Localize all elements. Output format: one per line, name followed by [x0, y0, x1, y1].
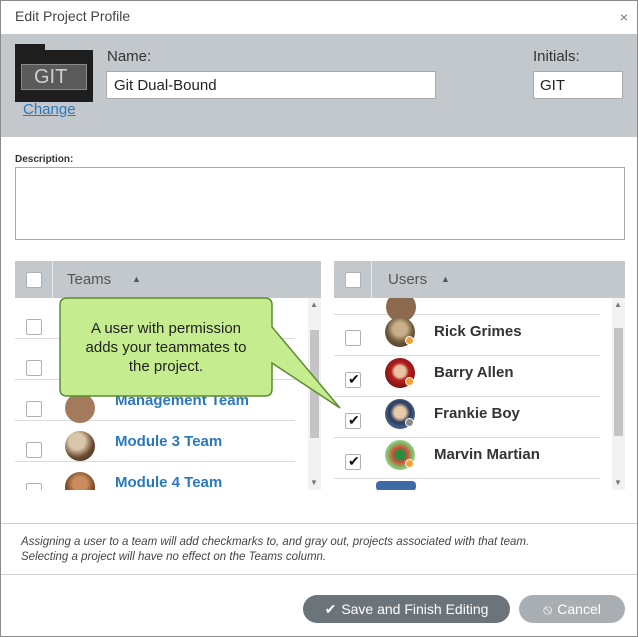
- users-column-label[interactable]: Users: [388, 271, 427, 288]
- select-all-teams-checkbox[interactable]: [26, 272, 42, 288]
- team-checkbox[interactable]: [26, 401, 42, 417]
- team-avatar: [65, 472, 95, 490]
- user-checkbox[interactable]: [345, 330, 361, 346]
- list-item: Module 4 Team: [15, 462, 295, 490]
- callout-line: adds your teammates to: [85, 339, 247, 356]
- close-icon[interactable]: ×: [620, 9, 628, 25]
- teams-scrollbar[interactable]: ▲ ▼: [308, 298, 321, 490]
- initials-input[interactable]: [533, 71, 623, 99]
- team-name[interactable]: Management Team: [115, 392, 249, 409]
- team-name[interactable]: Module 4 Team: [115, 474, 222, 490]
- title-bar: Edit Project Profile ×: [1, 1, 637, 34]
- team-avatar: [65, 431, 95, 461]
- list-item: Barry Allen: [334, 356, 600, 397]
- description-textarea[interactable]: [15, 167, 625, 240]
- project-header: GIT Change Name: Initials:: [1, 34, 637, 137]
- callout-line: A user with permission: [90, 320, 242, 337]
- team-avatar: [65, 393, 95, 423]
- note-line: Assigning a user to a team will add chec…: [21, 536, 530, 548]
- description-label: Description:: [15, 154, 74, 165]
- user-checkbox[interactable]: [345, 412, 361, 429]
- dialog-title: Edit Project Profile: [15, 8, 131, 24]
- user-checkbox[interactable]: [345, 371, 361, 388]
- sort-asc-icon[interactable]: ▲: [132, 274, 141, 284]
- cancel-button-label: Cancel: [557, 601, 601, 617]
- users-scrollbar[interactable]: ▲ ▼: [612, 298, 625, 490]
- list-item: [334, 479, 600, 490]
- user-name: Marvin Martian: [434, 446, 540, 463]
- cancel-icon: ⦸: [543, 601, 553, 617]
- callout-line: the project.: [128, 358, 204, 375]
- folder-icon: GIT: [15, 44, 93, 102]
- note-line: Selecting a project will have no effect …: [21, 551, 327, 563]
- user-checkbox[interactable]: [345, 453, 361, 470]
- checkmark-icon: ✔: [324, 601, 337, 617]
- teams-column-label[interactable]: Teams: [67, 271, 111, 288]
- initials-label: Initials:: [533, 48, 580, 65]
- team-checkbox[interactable]: [26, 483, 42, 490]
- save-button-label: Save and Finish Editing: [341, 601, 489, 617]
- name-label: Name:: [107, 48, 152, 65]
- scroll-thumb[interactable]: [310, 330, 319, 438]
- change-image-link[interactable]: Change: [23, 101, 76, 118]
- team-checkbox[interactable]: [26, 319, 42, 335]
- list-item: Frankie Boy: [334, 397, 600, 438]
- user-name: Frankie Boy: [434, 405, 520, 422]
- list-item: Module 3 Team: [15, 421, 295, 462]
- cancel-button[interactable]: ⦸ Cancel: [519, 595, 625, 623]
- status-dot: [405, 459, 414, 468]
- team-checkbox[interactable]: [26, 360, 42, 376]
- teams-header: Teams ▲: [15, 261, 321, 298]
- divider: [1, 523, 637, 524]
- scroll-down-icon[interactable]: ▼: [614, 478, 622, 487]
- status-dot: [405, 377, 414, 386]
- team-checkbox[interactable]: [26, 442, 42, 458]
- user-avatar: [376, 481, 416, 490]
- team-name[interactable]: Module 3 Team: [115, 433, 222, 450]
- list-item: Marvin Martian: [334, 438, 600, 479]
- scroll-thumb[interactable]: [614, 328, 623, 436]
- folder-initials: GIT: [21, 64, 87, 90]
- scroll-up-icon[interactable]: ▲: [614, 300, 622, 309]
- status-dot: [405, 336, 414, 345]
- users-header: Users ▲: [334, 261, 625, 298]
- list-item: Management Team: [15, 380, 295, 423]
- user-name: Barry Allen: [434, 364, 514, 381]
- sort-asc-icon[interactable]: ▲: [441, 274, 450, 284]
- scroll-down-icon[interactable]: ▼: [310, 478, 318, 487]
- status-dot: [405, 418, 414, 427]
- select-all-users-checkbox[interactable]: [345, 272, 361, 288]
- user-name: Rick Grimes: [434, 323, 522, 340]
- name-input[interactable]: [106, 71, 436, 99]
- callout-text: A user with permission adds your teammat…: [70, 319, 262, 376]
- save-and-finish-button[interactable]: ✔ Save and Finish Editing: [303, 595, 510, 623]
- list-item: Rick Grimes: [334, 315, 600, 356]
- divider: [1, 574, 637, 575]
- users-list: Rick Grimes Barry Allen Frankie Boy Marv…: [334, 298, 625, 490]
- list-item: [334, 298, 600, 322]
- team-assignment-note: Assigning a user to a team will add chec…: [21, 535, 621, 565]
- scroll-up-icon[interactable]: ▲: [310, 300, 318, 309]
